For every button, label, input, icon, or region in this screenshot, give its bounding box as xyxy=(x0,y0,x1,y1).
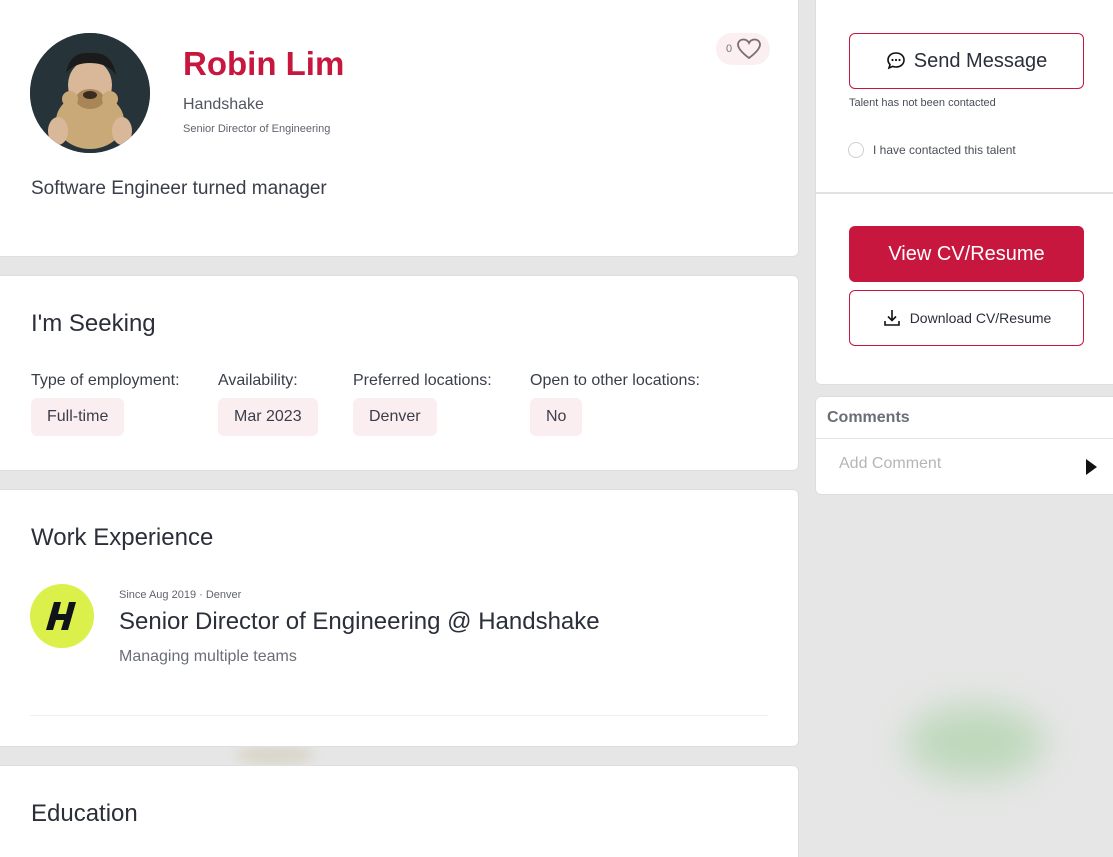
seeking-preferred-locations: Preferred locations: Denver xyxy=(353,372,492,436)
seeking-card: I'm Seeking Type of employment: Full-tim… xyxy=(0,275,799,471)
talent-job-title: Senior Director of Engineering xyxy=(183,123,331,135)
work-experience-card: Work Experience Since Aug 2019 · Denver … xyxy=(0,489,799,747)
talent-company: Handshake xyxy=(183,96,264,113)
avatar-image xyxy=(30,33,150,153)
seeking-availability: Availability: Mar 2023 xyxy=(218,372,318,436)
seeking-value-pill: No xyxy=(530,398,583,436)
work-role: Senior Director of Engineering @ Handsha… xyxy=(119,608,600,635)
background-blur xyxy=(905,705,1045,780)
view-cv-button[interactable]: View CV/Resume xyxy=(849,226,1084,282)
send-comment-icon[interactable] xyxy=(1086,459,1097,475)
seeking-label: Open to other locations: xyxy=(530,372,700,389)
seeking-value-pill: Full-time xyxy=(31,398,125,436)
handshake-logo-icon xyxy=(46,602,76,630)
work-meta: Since Aug 2019 · Denver xyxy=(119,589,242,601)
download-cv-button[interactable]: Download CV/Resume xyxy=(849,290,1084,346)
divider xyxy=(816,438,1113,439)
seeking-open-other-locations: Open to other locations: No xyxy=(530,372,700,436)
seeking-heading: I'm Seeking xyxy=(31,310,156,337)
seeking-value-pill: Denver xyxy=(353,398,437,436)
contacted-radio[interactable] xyxy=(848,142,864,158)
add-comment-input[interactable] xyxy=(839,455,1069,473)
actions-panel: Send Message Talent has not been contact… xyxy=(815,0,1113,385)
education-card: Education xyxy=(0,765,799,857)
talent-bio: Software Engineer turned manager xyxy=(31,178,327,199)
contacted-checkbox[interactable]: I have contacted this talent xyxy=(848,142,1016,158)
seeking-value-pill: Mar 2023 xyxy=(218,398,318,436)
education-heading: Education xyxy=(31,800,138,827)
comments-heading: Comments xyxy=(827,409,910,426)
talent-name: Robin Lim xyxy=(183,45,345,82)
download-icon xyxy=(883,310,900,326)
like-button[interactable]: 0 xyxy=(716,33,770,65)
divider xyxy=(816,192,1113,194)
chat-bubble-icon xyxy=(886,52,905,70)
seeking-label: Availability: xyxy=(218,372,298,389)
profile-card: Robin Lim Handshake Senior Director of E… xyxy=(0,0,799,257)
background-blur-small xyxy=(235,745,315,765)
contacted-label: I have contacted this talent xyxy=(873,143,1016,157)
send-message-label: Send Message xyxy=(913,49,1048,72)
divider xyxy=(30,715,768,716)
send-message-button[interactable]: Send Message xyxy=(849,33,1084,89)
heart-icon xyxy=(737,38,762,60)
avatar xyxy=(30,33,150,153)
seeking-label: Type of employment: xyxy=(31,372,180,389)
seeking-label: Preferred locations: xyxy=(353,372,492,389)
work-description: Managing multiple teams xyxy=(119,648,297,665)
comments-panel: Comments xyxy=(815,396,1113,495)
download-cv-label: Download CV/Resume xyxy=(909,310,1052,326)
seeking-employment-type: Type of employment: Full-time xyxy=(31,372,180,436)
work-heading: Work Experience xyxy=(31,524,214,551)
contact-status-text: Talent has not been contacted xyxy=(849,97,996,109)
company-logo xyxy=(30,584,94,648)
like-count: 0 xyxy=(726,43,733,55)
